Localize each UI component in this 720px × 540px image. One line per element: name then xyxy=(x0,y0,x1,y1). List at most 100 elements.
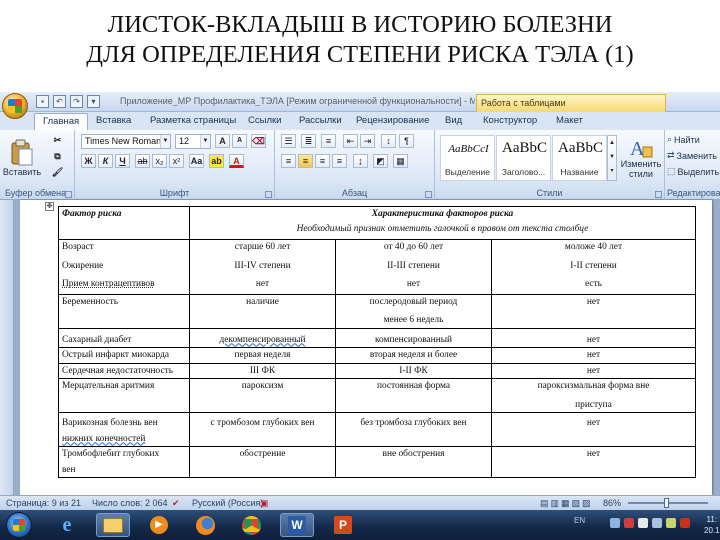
value-cell[interactable]: обострение xyxy=(189,446,336,478)
risk-factor-table[interactable]: Фактор риска Характеристика факторов рис… xyxy=(58,206,696,478)
change-case-icon[interactable]: Aa xyxy=(189,154,204,168)
value-cell[interactable]: I-II степени xyxy=(491,254,696,273)
grow-font-icon[interactable]: A xyxy=(215,134,230,148)
start-button[interactable] xyxy=(6,512,32,538)
volume-icon[interactable] xyxy=(652,518,662,528)
align-center-icon[interactable]: ≡ xyxy=(298,154,313,168)
style-title[interactable]: AaBbC Название xyxy=(552,135,607,181)
line-spacing-icon[interactable]: ↨ xyxy=(353,154,368,168)
shrink-font-icon[interactable]: A xyxy=(232,134,247,148)
value-cell[interactable]: старше 60 лет xyxy=(189,239,336,255)
value-cell[interactable]: постоянная форма xyxy=(335,378,492,413)
font-color-icon[interactable]: A xyxy=(229,154,244,168)
borders-icon[interactable]: ▦ xyxy=(393,154,408,168)
tab-review[interactable]: Рецензирование xyxy=(356,115,429,126)
value-cell[interactable]: первая неделя xyxy=(189,347,336,364)
underline-icon[interactable]: Ч xyxy=(115,154,130,168)
tab-mailings[interactable]: Рассылки xyxy=(299,115,342,126)
tab-home[interactable]: Главная xyxy=(34,113,89,130)
styles-scroll-icon[interactable]: ▲ ▼ ▾ xyxy=(607,135,617,181)
justify-icon[interactable]: ≡ xyxy=(332,154,347,168)
taskbar-explorer[interactable] xyxy=(96,513,130,537)
network-icon[interactable] xyxy=(610,518,620,528)
subscript-icon[interactable]: x₂ xyxy=(152,154,167,168)
increase-indent-icon[interactable]: ⇥ xyxy=(360,134,375,148)
header-factor[interactable]: Фактор риска xyxy=(58,206,190,240)
zoom-slider[interactable] xyxy=(628,498,708,508)
value-cell[interactable]: нет xyxy=(189,273,336,295)
value-cell[interactable]: моложе 40 лет xyxy=(491,239,696,255)
language-indicator[interactable]: Русский (Россия) xyxy=(192,498,263,508)
value-cell[interactable]: III ФК xyxy=(189,362,336,379)
value-cell[interactable]: послеродовый период менее 6 недель xyxy=(335,293,492,329)
style-emphasis[interactable]: AaBbCcI Выделение xyxy=(440,135,495,181)
shading-icon[interactable]: ◩ xyxy=(373,154,388,168)
factor-cell[interactable]: Прием контрацептивов xyxy=(58,273,190,295)
header-note[interactable]: Необходимый признак отметить галочкой в … xyxy=(189,221,696,240)
value-cell[interactable]: III-IV степени xyxy=(189,254,336,273)
taskbar-powerpoint[interactable]: P xyxy=(326,513,360,537)
clipboard-launcher-icon[interactable] xyxy=(65,191,72,198)
format-painter-icon[interactable]: 🖌 xyxy=(50,166,65,180)
document-page[interactable]: ✥ Фактор риска Характеристика факторов р… xyxy=(20,200,712,495)
paragraph-launcher-icon[interactable] xyxy=(425,191,432,198)
word-count[interactable]: Число слов: 2 064 xyxy=(92,498,168,508)
factor-cell[interactable]: Возраст xyxy=(58,239,190,255)
value-cell[interactable]: нет xyxy=(491,293,696,329)
decrease-indent-icon[interactable]: ⇤ xyxy=(343,134,358,148)
zoom-level[interactable]: 86% xyxy=(603,498,621,508)
factor-cell[interactable]: Сердечная недостаточность xyxy=(58,362,190,379)
value-cell[interactable]: нет xyxy=(491,446,696,478)
macro-record-icon[interactable]: ▣ xyxy=(260,498,269,509)
clear-format-icon[interactable]: ⌫ xyxy=(251,134,266,148)
taskbar-word[interactable]: W xyxy=(280,513,314,537)
sort-icon[interactable]: ↕ xyxy=(381,134,396,148)
customize-qat-icon[interactable]: ▾ xyxy=(87,95,100,108)
factor-cell[interactable]: Беременность xyxy=(58,293,190,329)
value-cell[interactable]: без тромбоза глубоких вен xyxy=(335,412,492,447)
antivirus-icon[interactable] xyxy=(680,518,690,528)
paste-button[interactable]: Вставить xyxy=(3,133,41,183)
styles-launcher-icon[interactable] xyxy=(655,191,662,198)
table-move-handle-icon[interactable]: ✥ xyxy=(45,202,54,211)
value-cell[interactable]: с тромбозом глубоких вен xyxy=(189,412,336,447)
value-cell[interactable]: есть xyxy=(491,273,696,295)
security-icon[interactable] xyxy=(624,518,634,528)
value-cell[interactable]: пароксизм xyxy=(189,378,336,413)
vertical-ruler[interactable] xyxy=(0,200,14,495)
tab-page-layout[interactable]: Разметка страницы xyxy=(150,115,236,126)
align-right-icon[interactable]: ≡ xyxy=(315,154,330,168)
highlight-icon[interactable]: ab xyxy=(209,154,224,168)
value-cell[interactable]: I-II ФК xyxy=(335,362,492,379)
tab-design[interactable]: Конструктор xyxy=(483,115,537,126)
superscript-icon[interactable]: x² xyxy=(169,154,184,168)
zoom-slider-thumb[interactable] xyxy=(664,498,669,508)
show-marks-icon[interactable]: ¶ xyxy=(399,134,414,148)
font-name-field[interactable]: Times New Roman ▼ xyxy=(81,134,171,149)
flag-icon[interactable] xyxy=(638,518,648,528)
value-cell[interactable]: нет xyxy=(491,347,696,364)
tray-language[interactable]: EN xyxy=(574,516,585,525)
factor-cell[interactable]: Тромбофлебит глубоких вен xyxy=(58,446,190,478)
page-indicator[interactable]: Страница: 9 из 21 xyxy=(6,498,81,508)
taskbar-ie[interactable]: e xyxy=(50,513,84,537)
factor-cell[interactable]: Острый инфаркт миокарда xyxy=(58,347,190,364)
change-styles-button[interactable]: A Изменить стили xyxy=(619,133,663,183)
proofing-icon[interactable]: ✔ xyxy=(172,498,180,509)
factor-cell[interactable]: Варикозная болезнь вен нижних конечносте… xyxy=(58,412,190,447)
bullets-icon[interactable]: ☰ xyxy=(281,134,296,148)
strikethrough-icon[interactable]: ab xyxy=(135,154,150,168)
align-left-icon[interactable]: ≡ xyxy=(281,154,296,168)
tab-view[interactable]: Вид xyxy=(445,115,462,126)
tab-references[interactable]: Ссылки xyxy=(248,115,281,126)
font-size-field[interactable]: 12 ▼ xyxy=(175,134,211,149)
tab-layout[interactable]: Макет xyxy=(556,115,583,126)
value-cell[interactable]: нет xyxy=(491,362,696,379)
power-icon[interactable] xyxy=(666,518,676,528)
value-cell[interactable]: пароксизмальная форма вне приступа xyxy=(491,378,696,413)
value-cell[interactable]: нет xyxy=(335,273,492,295)
cut-icon[interactable]: ✂ xyxy=(50,134,65,148)
tab-insert[interactable]: Вставка xyxy=(96,115,131,126)
taskbar-chrome[interactable] xyxy=(234,513,268,537)
factor-cell[interactable]: Мерцательная аритмия xyxy=(58,378,190,413)
